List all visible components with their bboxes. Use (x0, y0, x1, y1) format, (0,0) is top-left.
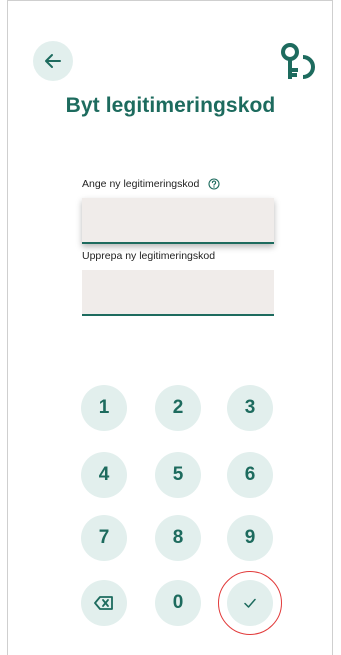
new-code-label: Ange ny legitimeringskod (82, 178, 200, 190)
back-button[interactable] (33, 41, 73, 81)
key-8[interactable]: 8 (155, 515, 201, 561)
key-5[interactable]: 5 (155, 452, 201, 498)
arrow-left-icon (45, 54, 61, 68)
question-circle-icon[interactable] (208, 178, 220, 190)
key-3[interactable]: 3 (227, 385, 273, 431)
key-7[interactable]: 7 (81, 515, 127, 561)
key-9[interactable]: 9 (227, 515, 273, 561)
page-title: Byt legitimeringskod (65, 94, 276, 117)
key-1[interactable]: 1 (81, 385, 127, 431)
key-logo-icon (281, 43, 315, 79)
highlight-circle (218, 571, 282, 635)
key-6[interactable]: 6 (227, 452, 273, 498)
backspace-key[interactable] (81, 580, 127, 626)
backspace-icon (94, 596, 113, 610)
key-0[interactable]: 0 (155, 580, 201, 626)
repeat-code-field[interactable] (82, 270, 274, 316)
key-4[interactable]: 4 (81, 452, 127, 498)
new-code-field[interactable] (82, 198, 274, 244)
key-2[interactable]: 2 (155, 385, 201, 431)
repeat-code-label: Upprepa ny legitimeringskod (82, 250, 216, 262)
